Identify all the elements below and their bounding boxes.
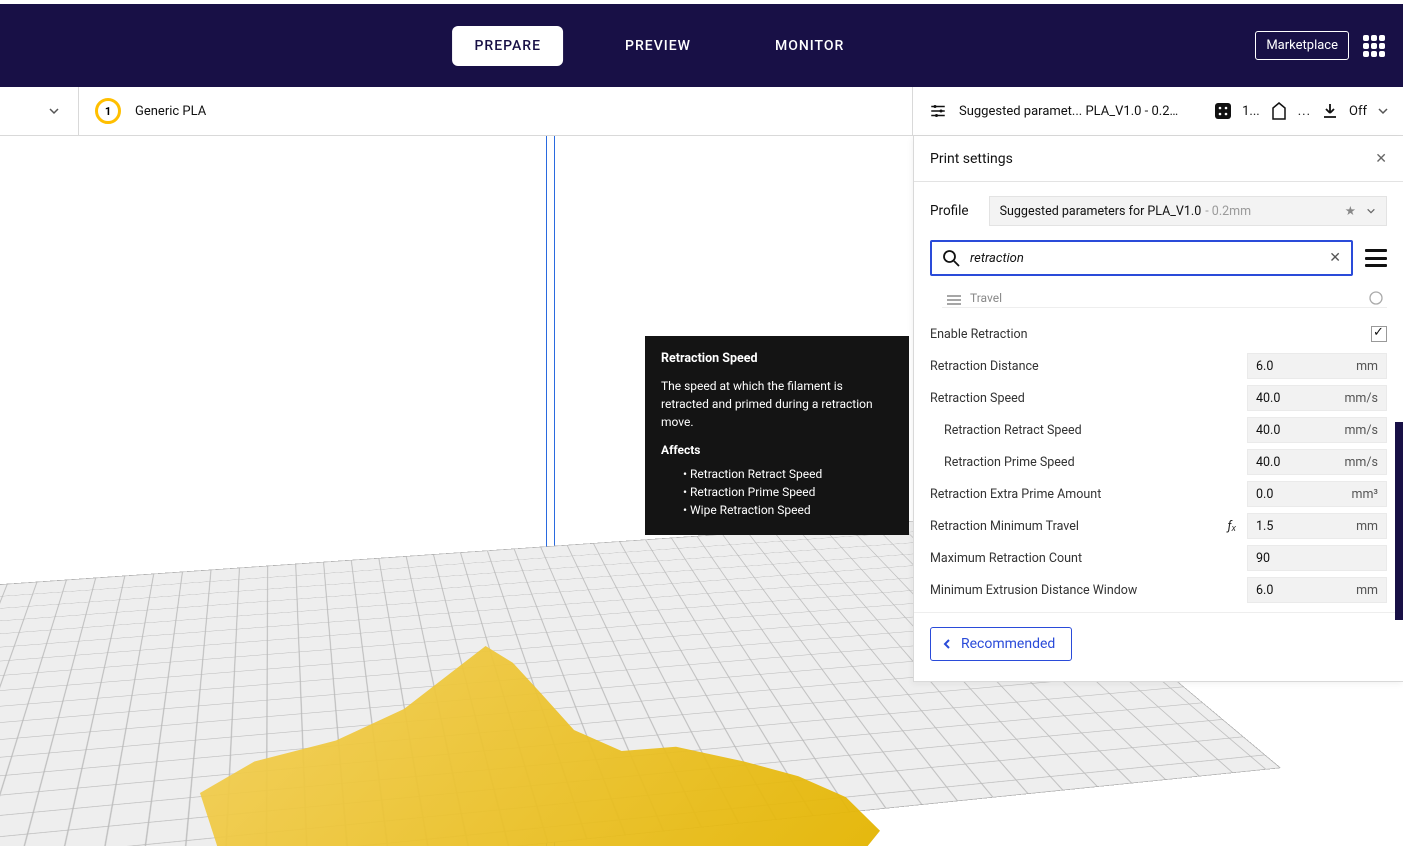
value-unit: mm: [1356, 359, 1378, 374]
setting-retraction_prime_speed: Retraction Prime Speed 40.0 mm/s: [930, 446, 1387, 478]
profile-summary-text: Suggested paramet... PLA_V1.0 - 0.2mm: [959, 104, 1189, 119]
value-field[interactable]: 40.0 mm/s: [1247, 417, 1387, 443]
fx-icon[interactable]: ƒₓ: [1223, 519, 1241, 534]
value-number: 40.0: [1256, 391, 1280, 406]
top-nav: PREPARE PREVIEW MONITOR Marketplace: [0, 4, 1403, 87]
print-summary[interactable]: Suggested paramet... PLA_V1.0 - 0.2mm 1.…: [913, 87, 1403, 135]
setting-label: Retraction Retract Speed: [930, 423, 1247, 438]
category-row-travel[interactable]: Travel: [942, 288, 1387, 308]
value-unit: mm: [1356, 583, 1378, 598]
value-unit: mm³: [1351, 487, 1378, 502]
clear-search-icon[interactable]: ✕: [1329, 250, 1341, 266]
tooltip-body: The speed at which the filament is retra…: [661, 377, 893, 431]
material-bar[interactable]: 1 Generic PLA: [79, 87, 913, 135]
travel-icon: [946, 293, 962, 305]
chevron-down-icon: [1377, 105, 1389, 117]
value-number: 40.0: [1256, 423, 1280, 438]
setting-retraction_speed: Retraction Speed 40.0 mm/s: [930, 382, 1387, 414]
search-icon: [942, 249, 960, 267]
value-number: 40.0: [1256, 455, 1280, 470]
setting-label: Retraction Distance: [930, 359, 1247, 374]
info-icon: [1369, 291, 1383, 305]
profile-label: Profile: [930, 203, 969, 219]
value-unit: mm/s: [1344, 423, 1378, 438]
adhesion-icon: [1321, 102, 1339, 120]
infill-icon: [1214, 102, 1232, 120]
setting-label: Retraction Minimum Travel: [930, 519, 1223, 534]
extruder-badge: 1: [95, 98, 121, 124]
value-field[interactable]: 90: [1247, 545, 1387, 571]
tab-prepare[interactable]: PREPARE: [452, 26, 563, 66]
tooltip-affect-item: Retraction Prime Speed: [683, 483, 893, 501]
support-icon: [1270, 102, 1288, 120]
setting-retraction_retract_speed: Retraction Retract Speed 40.0 mm/s: [930, 414, 1387, 446]
scrollbar[interactable]: [1395, 422, 1403, 620]
setting-retraction_min_travel: Retraction Minimum Travelƒₓ 1.5 mm: [930, 510, 1387, 542]
setting-min_extrusion_dist_window: Minimum Extrusion Distance Window 6.0 mm: [930, 574, 1387, 606]
settings-list: Enable Retraction Retraction Distance 6.0 m…: [914, 318, 1403, 612]
value-field[interactable]: 40.0 mm/s: [1247, 385, 1387, 411]
chevron-left-icon: [941, 638, 953, 650]
ellipsis-icon: ...: [1298, 104, 1311, 119]
apps-grid-icon[interactable]: [1363, 35, 1385, 57]
print-settings-panel: Print settings ✕ Profile Suggested param…: [913, 136, 1403, 682]
tab-monitor[interactable]: MONITOR: [753, 26, 866, 66]
value-unit: mm: [1356, 519, 1378, 534]
category-label: Travel: [970, 291, 1002, 305]
profile-dim: - 0.2mm: [1205, 204, 1251, 219]
panel-title: Print settings: [930, 151, 1013, 167]
setting-retraction_extra_prime: Retraction Extra Prime Amount 0.0 mm³: [930, 478, 1387, 510]
value-number: 6.0: [1256, 583, 1273, 598]
setting-max_retraction_count: Maximum Retraction Count 90: [930, 542, 1387, 574]
chevron-down-icon: [1366, 206, 1376, 216]
setting-label: Retraction Speed: [930, 391, 1247, 406]
nav-tabs: PREPARE PREVIEW MONITOR: [452, 26, 866, 66]
tooltip-title: Retraction Speed: [661, 350, 893, 369]
profile-select[interactable]: Suggested parameters for PLA_V1.0 - 0.2m…: [989, 196, 1387, 226]
setting-retraction_distance: Retraction Distance 6.0 mm: [930, 350, 1387, 382]
value-field[interactable]: 1.5 mm: [1247, 513, 1387, 539]
value-number: 6.0: [1256, 359, 1273, 374]
setting-label: Maximum Retraction Count: [930, 551, 1247, 566]
value-number: 0.0: [1256, 487, 1273, 502]
value-number: 90: [1256, 551, 1270, 566]
setting-label: Retraction Extra Prime Amount: [930, 487, 1247, 502]
value-unit: mm/s: [1344, 391, 1378, 406]
value-field[interactable]: 0.0 mm³: [1247, 481, 1387, 507]
setting-tooltip: Retraction Speed The speed at which the …: [645, 336, 909, 535]
value-unit: mm/s: [1344, 455, 1378, 470]
value-field[interactable]: 6.0 mm: [1247, 577, 1387, 603]
toolbar: 1 Generic PLA Suggested paramet... PLA_V…: [0, 87, 1403, 136]
value-field[interactable]: 6.0 mm: [1247, 353, 1387, 379]
search-input[interactable]: [970, 251, 1319, 266]
recommended-button[interactable]: Recommended: [930, 627, 1072, 661]
chevron-down-icon[interactable]: [878, 105, 896, 117]
tooltip-affects-label: Affects: [661, 441, 893, 459]
value-field[interactable]: 40.0 mm/s: [1247, 449, 1387, 475]
adhesion-value: Off: [1349, 104, 1367, 119]
tooltip-affect-item: Retraction Retract Speed: [683, 465, 893, 483]
settings-search[interactable]: ✕: [930, 240, 1353, 276]
infill-value-trunc: 1...: [1242, 104, 1260, 119]
checkbox[interactable]: [1371, 326, 1387, 342]
setting-label: Enable Retraction: [930, 327, 1371, 342]
settings-visibility-icon[interactable]: [1365, 249, 1387, 267]
tab-preview[interactable]: PREVIEW: [603, 26, 713, 66]
setting-enable_retraction: Enable Retraction: [930, 318, 1387, 350]
setting-label: Minimum Extrusion Distance Window: [930, 583, 1247, 598]
profile-value: Suggested parameters for PLA_V1.0: [1000, 204, 1202, 219]
sliders-icon: [927, 102, 949, 120]
recommended-label: Recommended: [961, 636, 1055, 652]
value-number: 1.5: [1256, 519, 1273, 534]
star-icon[interactable]: ★: [1345, 203, 1356, 219]
close-icon[interactable]: ✕: [1375, 151, 1387, 167]
printer-dropdown[interactable]: [0, 87, 79, 135]
tooltip-affect-item: Wipe Retraction Speed: [683, 501, 893, 519]
setting-label: Retraction Prime Speed: [930, 455, 1247, 470]
material-label: Generic PLA: [135, 104, 206, 119]
chevron-down-icon: [48, 105, 60, 117]
marketplace-button[interactable]: Marketplace: [1255, 31, 1349, 60]
